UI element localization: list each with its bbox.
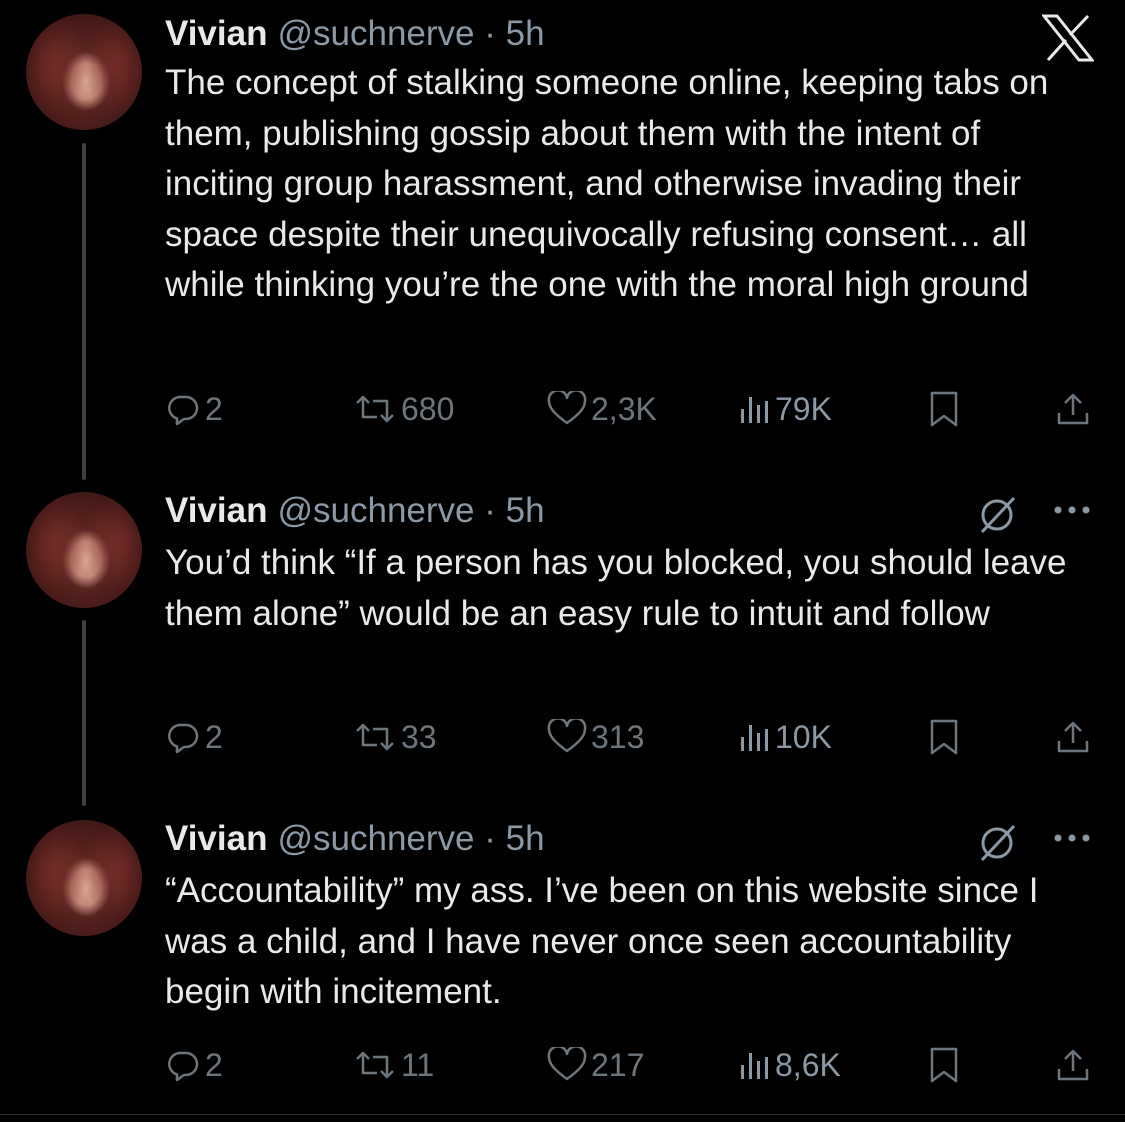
- heart-icon: [547, 719, 587, 753]
- action-bar: 2 33 313 10K: [165, 714, 1095, 760]
- views-button[interactable]: 10K: [737, 714, 832, 760]
- handle-time[interactable]: @suchnerve · 5h: [277, 819, 544, 858]
- tweet-text: “Accountability” my ass. I’ve been on th…: [165, 871, 1039, 1011]
- like-count: 217: [591, 1046, 645, 1083]
- display-name[interactable]: Vivian: [165, 491, 267, 530]
- like-button[interactable]: 313: [547, 714, 644, 760]
- display-name[interactable]: Vivian: [165, 14, 267, 53]
- handle-time[interactable]: @suchnerve · 5h: [277, 491, 544, 530]
- retweet-button[interactable]: 680: [353, 386, 454, 432]
- reply-count: 2: [205, 1046, 223, 1083]
- action-bar: 2 11 217 8,6K: [165, 1042, 1095, 1088]
- tweet-header: Vivian @suchnerve · 5h: [165, 14, 545, 54]
- avatar[interactable]: [26, 820, 142, 936]
- view-count: 8,6K: [775, 1046, 841, 1083]
- tweet-header: Vivian @suchnerve · 5h: [165, 819, 545, 859]
- share-icon: [1057, 721, 1089, 753]
- bookmark-button[interactable]: [927, 714, 961, 760]
- tweet[interactable]: Vivian @suchnerve · 5h The concept of sta…: [0, 0, 1125, 450]
- views-icon: [741, 1053, 768, 1079]
- more-icon[interactable]: [1049, 487, 1095, 533]
- tweet[interactable]: Vivian @suchnerve · 5h You’d think “If a …: [0, 480, 1125, 800]
- handle-time[interactable]: @suchnerve · 5h: [277, 14, 544, 53]
- tweet-header: Vivian @suchnerve · 5h: [165, 491, 545, 531]
- tweet[interactable]: Vivian @suchnerve · 5h “Accountability” m…: [0, 808, 1125, 1114]
- reply-count: 2: [205, 718, 223, 755]
- retweet-icon: [356, 1051, 394, 1079]
- avatar[interactable]: [26, 492, 142, 608]
- bookmark-icon: [930, 1047, 958, 1083]
- reply-icon: [168, 395, 199, 426]
- view-count: 79K: [775, 390, 832, 427]
- reply-button[interactable]: 2: [165, 386, 223, 432]
- view-count: 10K: [775, 718, 832, 755]
- reply-button[interactable]: 2: [165, 1042, 223, 1088]
- tweet-text: You’d think “If a person has you blocked…: [165, 543, 1067, 633]
- share-button[interactable]: [1055, 1042, 1091, 1088]
- reply-icon: [168, 1051, 199, 1082]
- views-icon: [741, 397, 768, 423]
- more-icon[interactable]: [1049, 815, 1095, 861]
- grok-icon[interactable]: [974, 820, 1020, 866]
- bookmark-icon: [930, 391, 958, 427]
- grok-icon[interactable]: [974, 492, 1020, 538]
- retweet-icon: [356, 723, 394, 751]
- heart-icon: [547, 391, 587, 425]
- retweet-button[interactable]: 11: [353, 1042, 434, 1088]
- retweet-count: 11: [401, 1046, 435, 1083]
- reply-button[interactable]: 2: [165, 714, 223, 760]
- divider: [0, 1114, 1125, 1115]
- retweet-icon: [356, 395, 394, 423]
- heart-icon: [547, 1047, 587, 1081]
- tweet-text: The concept of stalking someone online, …: [165, 63, 1049, 304]
- retweet-count: 680: [401, 390, 455, 427]
- views-icon: [741, 725, 768, 751]
- share-button[interactable]: [1055, 714, 1091, 760]
- reply-count: 2: [205, 390, 223, 427]
- display-name[interactable]: Vivian: [165, 819, 267, 858]
- share-button[interactable]: [1055, 386, 1091, 432]
- views-button[interactable]: 8,6K: [737, 1042, 841, 1088]
- reply-icon: [168, 723, 199, 754]
- views-button[interactable]: 79K: [737, 386, 832, 432]
- share-icon: [1057, 1049, 1089, 1081]
- bookmark-button[interactable]: [927, 386, 961, 432]
- bookmark-icon: [930, 719, 958, 755]
- retweet-button[interactable]: 33: [353, 714, 437, 760]
- avatar[interactable]: [26, 14, 142, 130]
- like-button[interactable]: 217: [547, 1042, 644, 1088]
- like-button[interactable]: 2,3K: [547, 386, 657, 432]
- like-count: 313: [591, 718, 645, 755]
- action-bar: 2 680 2,3K 79K: [165, 386, 1095, 432]
- retweet-count: 33: [401, 718, 437, 755]
- share-icon: [1057, 393, 1089, 425]
- bookmark-button[interactable]: [927, 1042, 961, 1088]
- like-count: 2,3K: [591, 390, 657, 427]
